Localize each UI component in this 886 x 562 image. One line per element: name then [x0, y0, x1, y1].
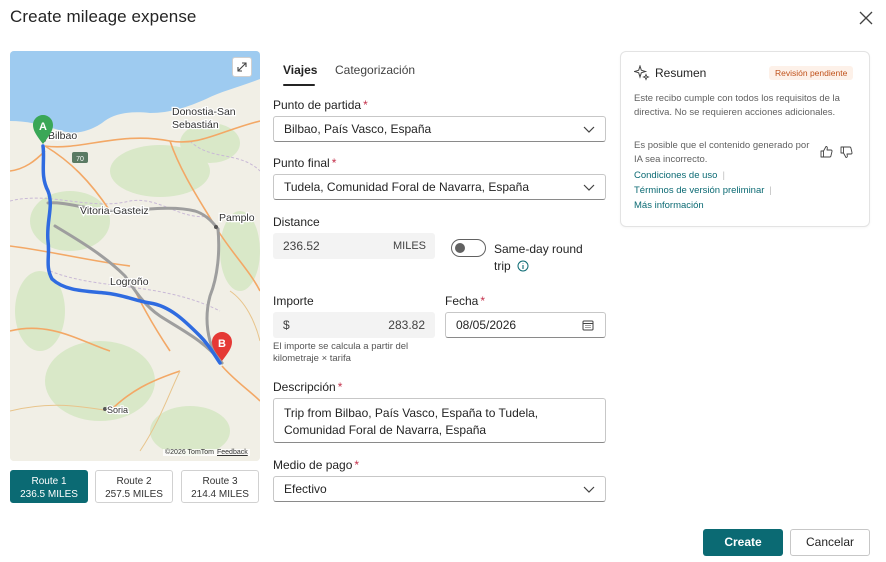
end-point-value: Tudela, Comunidad Foral de Navarra, Espa… [284, 180, 530, 194]
cancel-button[interactable]: Cancelar [790, 529, 870, 556]
map-label-vitoria: Vitoria-Gasteiz [80, 205, 149, 217]
active-tab-indicator [283, 84, 315, 86]
start-point-select[interactable]: Bilbao, País Vasco, España [273, 116, 606, 142]
amount-field: $ 283.82 [273, 312, 435, 338]
map-label-pamplona: Pamplo [219, 212, 255, 224]
thumbs-up-icon[interactable] [820, 145, 833, 158]
map-label-bilbao: Bilbao [48, 130, 77, 142]
start-point-value: Bilbao, País Vasco, España [284, 122, 432, 136]
map-attribution: ©2026 TomTom Feedback [163, 449, 250, 456]
dialog-title: Create mileage expense [10, 7, 197, 26]
route-option-name: Route 2 [116, 476, 152, 487]
calendar-icon[interactable] [582, 319, 594, 331]
route-option-name: Route 1 [31, 476, 67, 487]
link-separator: | [769, 185, 772, 196]
payment-method-value: Efectivo [284, 482, 327, 496]
map-label-logrono: Logroño [110, 276, 149, 288]
info-icon[interactable] [517, 260, 529, 272]
route-option-3[interactable]: Route 3 214.4 MILES [181, 470, 259, 503]
chevron-down-icon [583, 486, 595, 493]
map-feedback-link[interactable]: Feedback [217, 449, 248, 456]
required-marker: * [337, 380, 343, 394]
route-option-distance: 236.5 MILES [20, 489, 78, 500]
route-option-distance: 257.5 MILES [105, 489, 163, 500]
map-label-soria: Soria [107, 405, 128, 415]
route-option-name: Route 3 [202, 476, 238, 487]
description-label-text: Descripción [273, 380, 336, 394]
chevron-down-icon [583, 184, 595, 191]
ai-disclaimer: Es posible que el contenido generado por… [634, 140, 810, 165]
map-road-shield: 70 [76, 156, 84, 163]
link-separator: | [722, 170, 725, 181]
map-label-sebastian: Sebastián [172, 119, 219, 131]
round-trip-label: Same-day round trip [494, 241, 594, 275]
summary-title: Resumen [655, 66, 707, 80]
description-label: Descripción * [273, 380, 342, 394]
payment-label: Medio de pago * [273, 458, 359, 472]
chevron-down-icon [583, 126, 595, 133]
preview-terms-link-text: Términos de versión preliminar [634, 185, 765, 196]
preview-terms-link[interactable]: Términos de versión preliminar | [634, 184, 772, 198]
round-trip-toggle[interactable] [451, 239, 486, 257]
round-trip-label-text: Same-day round trip [494, 242, 583, 273]
more-info-link[interactable]: Más información [634, 199, 704, 213]
date-label: Fecha * [445, 294, 485, 308]
tab-viajes[interactable]: Viajes [283, 63, 317, 77]
required-marker: * [354, 458, 360, 472]
payment-label-text: Medio de pago [273, 458, 353, 472]
required-marker: * [331, 156, 337, 170]
route-option-1[interactable]: Route 1 236.5 MILES [10, 470, 88, 503]
description-textarea[interactable]: Trip from Bilbao, País Vasco, España to … [273, 398, 606, 443]
sparkle-icon [634, 65, 650, 81]
summary-message: Este recibo cumple con todos los requisi… [634, 93, 840, 118]
start-marker-label: A [39, 121, 47, 133]
map-attribution-text: ©2026 TomTom [165, 449, 214, 456]
create-button[interactable]: Create [703, 529, 783, 556]
end-point-label-text: Punto final [273, 156, 330, 170]
distance-label: Distance [273, 215, 320, 229]
date-label-text: Fecha [445, 294, 479, 308]
status-badge: Revisión pendiente [769, 66, 854, 80]
amount-label: Importe [273, 294, 314, 308]
distance-value: 236.52 [283, 239, 320, 253]
end-point-select[interactable]: Tudela, Comunidad Foral de Navarra, Espa… [273, 174, 606, 200]
terms-of-use-link[interactable]: Condiciones de uso | [634, 169, 725, 183]
date-value: 08/05/2026 [456, 318, 517, 332]
route-option-2[interactable]: Route 2 257.5 MILES [95, 470, 173, 503]
amount-value: 283.82 [388, 318, 425, 332]
thumbs-down-icon[interactable] [840, 146, 853, 159]
tab-categorizacion[interactable]: Categorización [335, 63, 415, 77]
expand-map-icon[interactable] [232, 57, 252, 77]
terms-of-use-link-text: Condiciones de uso [634, 170, 718, 181]
distance-field: 236.52 MILES [273, 233, 435, 259]
distance-unit: MILES [392, 240, 426, 252]
payment-method-select[interactable]: Efectivo [273, 476, 606, 502]
route-map[interactable]: 70 Bilbao Donostia-San Sebastián Vitoria… [10, 51, 260, 461]
toggle-knob [455, 243, 465, 253]
map-label-donostia: Donostia-San [172, 106, 236, 118]
amount-helper-text: El importe se calcula a partir del kilom… [273, 341, 409, 364]
close-icon[interactable] [856, 8, 876, 28]
end-point-label: Punto final * [273, 156, 336, 170]
start-point-label: Punto de partida * [273, 98, 368, 112]
end-marker-label: B [218, 338, 226, 350]
currency-symbol: $ [283, 318, 290, 332]
required-marker: * [363, 98, 368, 112]
date-input[interactable]: 08/05/2026 [445, 312, 606, 338]
start-point-label-text: Punto de partida [273, 98, 362, 112]
required-marker: * [480, 294, 486, 308]
route-option-distance: 214.4 MILES [191, 489, 249, 500]
